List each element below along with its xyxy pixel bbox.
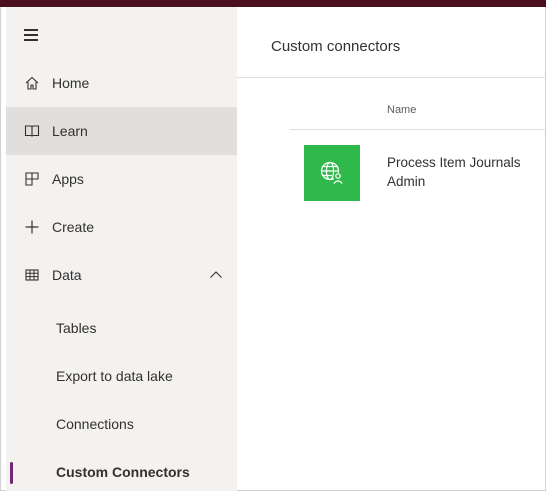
sidebar-subitem-connections[interactable]: Connections (6, 400, 237, 448)
sidebar-item-home[interactable]: Home (6, 59, 237, 107)
connector-name[interactable]: Process Item Journals Admin (387, 153, 546, 191)
sidebar-item-label: Data (52, 267, 82, 283)
plus-icon (24, 219, 40, 235)
table-icon (24, 267, 40, 283)
column-header-name[interactable]: Name (387, 104, 416, 116)
app-window: Home Learn Apps Create Data Tables Expor… (0, 0, 546, 491)
top-bar (0, 0, 546, 7)
main-content: Custom connectors Name Process Item Jour… (237, 7, 546, 491)
sidebar-item-apps[interactable]: Apps (6, 155, 237, 203)
sidebar-item-label: Learn (52, 123, 88, 139)
left-navigation: Home Learn Apps Create Data Tables Expor… (6, 7, 237, 491)
sidebar-item-data[interactable]: Data (6, 251, 237, 299)
page-title: Custom connectors (271, 38, 401, 55)
sidebar-item-label: Apps (52, 171, 84, 187)
sidebar-item-learn[interactable]: Learn (6, 107, 237, 155)
sidebar-subitem-label: Export to data lake (56, 368, 173, 384)
table-row[interactable]: Process Item Journals Admin (290, 145, 546, 205)
sidebar-item-create[interactable]: Create (6, 203, 237, 251)
sidebar-item-label: Create (52, 219, 95, 235)
sidebar-subitem-tables[interactable]: Tables (6, 304, 237, 352)
globe-person-icon (304, 145, 360, 201)
hamburger-menu-icon[interactable] (24, 29, 42, 41)
sidebar-subitem-export-to-data-lake[interactable]: Export to data lake (6, 352, 237, 400)
sidebar-item-label: Home (52, 75, 90, 91)
selection-indicator (10, 462, 13, 484)
sidebar-subitem-label: Connections (56, 416, 134, 432)
sidebar-subitem-custom-connectors[interactable]: Custom Connectors (6, 448, 237, 491)
apps-icon (24, 171, 40, 187)
sidebar-subitem-label: Tables (56, 320, 97, 336)
page-header: Custom connectors (237, 7, 546, 78)
home-icon (24, 75, 40, 91)
table-divider (290, 129, 546, 130)
chevron-up-icon[interactable] (209, 268, 223, 287)
book-icon (24, 123, 40, 139)
sidebar-subitem-label: Custom Connectors (56, 464, 190, 480)
